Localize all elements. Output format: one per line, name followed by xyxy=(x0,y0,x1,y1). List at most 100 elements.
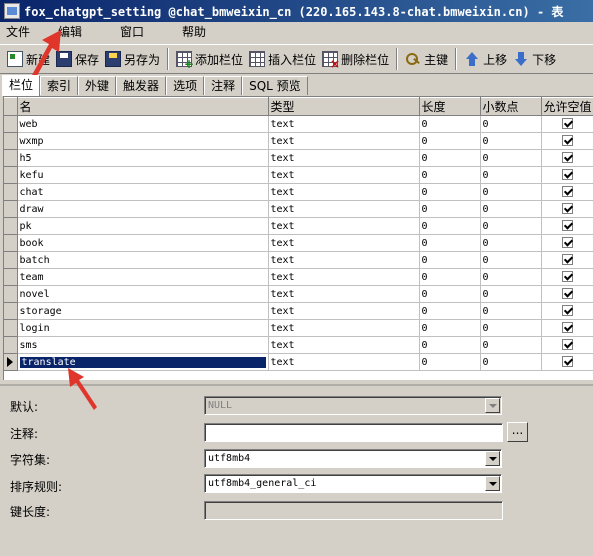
cell-decimals[interactable]: 0 xyxy=(480,234,542,252)
cell-decimals[interactable]: 0 xyxy=(480,149,542,167)
comment-expand-button[interactable]: ... xyxy=(507,422,528,442)
cell-length[interactable]: 0 xyxy=(419,285,481,303)
cell-nullable[interactable] xyxy=(541,149,593,167)
row-header[interactable] xyxy=(4,285,18,303)
cell-decimals[interactable]: 0 xyxy=(480,183,542,201)
cell-nullable[interactable] xyxy=(541,251,593,269)
cell-decimals[interactable]: 0 xyxy=(480,115,542,133)
cell-length[interactable]: 0 xyxy=(419,319,481,337)
cell-length[interactable]: 0 xyxy=(419,251,481,269)
cell-type[interactable]: text xyxy=(268,285,420,303)
cell-decimals[interactable]: 0 xyxy=(480,251,542,269)
row-header[interactable] xyxy=(4,234,18,252)
nullable-checkbox[interactable] xyxy=(562,169,573,181)
cell-decimals[interactable]: 0 xyxy=(480,302,542,320)
cell-nullable[interactable] xyxy=(541,115,593,133)
menu-file[interactable]: 文件 xyxy=(0,22,38,42)
row-header[interactable] xyxy=(4,166,18,184)
nullable-checkbox[interactable] xyxy=(562,203,573,215)
cell-length[interactable]: 0 xyxy=(419,353,481,371)
table-row[interactable]: sms text 0 0 xyxy=(4,336,593,354)
cell-name[interactable]: chat xyxy=(17,183,269,201)
cell-length[interactable]: 0 xyxy=(419,234,481,252)
cell-length[interactable]: 0 xyxy=(419,217,481,235)
nullable-checkbox[interactable] xyxy=(562,152,573,164)
table-row[interactable]: kefu text 0 0 xyxy=(4,166,593,184)
tab-foreign-keys[interactable]: 外键 xyxy=(78,76,117,95)
comment-input[interactable] xyxy=(204,423,503,442)
cell-nullable[interactable] xyxy=(541,200,593,218)
tab-indexes[interactable]: 索引 xyxy=(40,76,79,95)
cell-length[interactable]: 0 xyxy=(419,302,481,320)
cell-name[interactable]: h5 xyxy=(17,149,269,167)
nullable-checkbox[interactable] xyxy=(562,186,573,198)
cell-decimals[interactable]: 0 xyxy=(480,166,542,184)
cell-type[interactable]: text xyxy=(268,319,420,337)
cell-nullable[interactable] xyxy=(541,319,593,337)
cell-name[interactable]: storage xyxy=(17,302,269,320)
charset-select[interactable]: utf8mb4 xyxy=(204,449,502,468)
cell-decimals[interactable]: 0 xyxy=(480,285,542,303)
cell-length[interactable]: 0 xyxy=(419,149,481,167)
row-header[interactable] xyxy=(4,200,18,218)
cell-decimals[interactable]: 0 xyxy=(480,132,542,150)
nullable-checkbox[interactable] xyxy=(562,288,573,300)
cell-type[interactable]: text xyxy=(268,166,420,184)
cell-type[interactable]: text xyxy=(268,115,420,133)
row-header[interactable] xyxy=(4,353,18,371)
new-button[interactable]: 新建 xyxy=(4,47,53,71)
column-header-nullable[interactable]: 允许空值 xyxy=(541,97,593,116)
menu-window[interactable]: 窗口 xyxy=(90,22,152,42)
row-header[interactable] xyxy=(4,132,18,150)
row-header[interactable] xyxy=(4,302,18,320)
cell-decimals[interactable]: 0 xyxy=(480,217,542,235)
cell-type[interactable]: text xyxy=(268,353,420,371)
nullable-checkbox[interactable] xyxy=(562,118,573,130)
nullable-checkbox[interactable] xyxy=(562,220,573,232)
chevron-down-icon[interactable] xyxy=(485,451,500,466)
cell-name[interactable]: sms xyxy=(17,336,269,354)
menu-edit[interactable]: 编辑 xyxy=(38,22,90,42)
table-row[interactable]: web text 0 0 xyxy=(4,115,593,133)
cell-name[interactable]: login xyxy=(17,319,269,337)
cell-name[interactable]: team xyxy=(17,268,269,286)
nullable-checkbox[interactable] xyxy=(562,254,573,266)
nullable-checkbox[interactable] xyxy=(562,322,573,334)
table-row[interactable]: draw text 0 0 xyxy=(4,200,593,218)
cell-name[interactable]: wxmp xyxy=(17,132,269,150)
column-header-decimals[interactable]: 小数点 xyxy=(480,97,542,116)
nullable-checkbox[interactable] xyxy=(562,339,573,351)
cell-type[interactable]: text xyxy=(268,302,420,320)
cell-nullable[interactable] xyxy=(541,336,593,354)
table-row[interactable]: novel text 0 0 xyxy=(4,285,593,303)
cell-nullable[interactable] xyxy=(541,132,593,150)
row-header[interactable] xyxy=(4,319,18,337)
cell-nullable[interactable] xyxy=(541,217,593,235)
tab-options[interactable]: 选项 xyxy=(166,76,205,95)
row-header[interactable] xyxy=(4,217,18,235)
cell-name[interactable]: kefu xyxy=(17,166,269,184)
cell-type[interactable]: text xyxy=(268,149,420,167)
cell-type[interactable]: text xyxy=(268,200,420,218)
table-row[interactable]: team text 0 0 xyxy=(4,268,593,286)
nullable-checkbox[interactable] xyxy=(562,356,573,368)
table-row[interactable]: batch text 0 0 xyxy=(4,251,593,269)
save-as-button[interactable]: 另存为 xyxy=(102,47,163,71)
cell-nullable[interactable] xyxy=(541,234,593,252)
move-down-button[interactable]: 下移 xyxy=(510,47,559,71)
table-row[interactable]: storage text 0 0 xyxy=(4,302,593,320)
cell-type[interactable]: text xyxy=(268,132,420,150)
cell-decimals[interactable]: 0 xyxy=(480,268,542,286)
table-row[interactable]: translate text 0 0 xyxy=(4,353,593,371)
nullable-checkbox[interactable] xyxy=(562,305,573,317)
cell-length[interactable]: 0 xyxy=(419,115,481,133)
column-header-length[interactable]: 长度 xyxy=(419,97,481,116)
cell-nullable[interactable] xyxy=(541,285,593,303)
cell-length[interactable]: 0 xyxy=(419,200,481,218)
insert-field-button[interactable]: 插入栏位 xyxy=(246,47,319,71)
row-header[interactable] xyxy=(4,268,18,286)
cell-type[interactable]: text xyxy=(268,217,420,235)
cell-nullable[interactable] xyxy=(541,166,593,184)
tab-comment[interactable]: 注释 xyxy=(204,76,243,95)
row-header[interactable] xyxy=(4,251,18,269)
